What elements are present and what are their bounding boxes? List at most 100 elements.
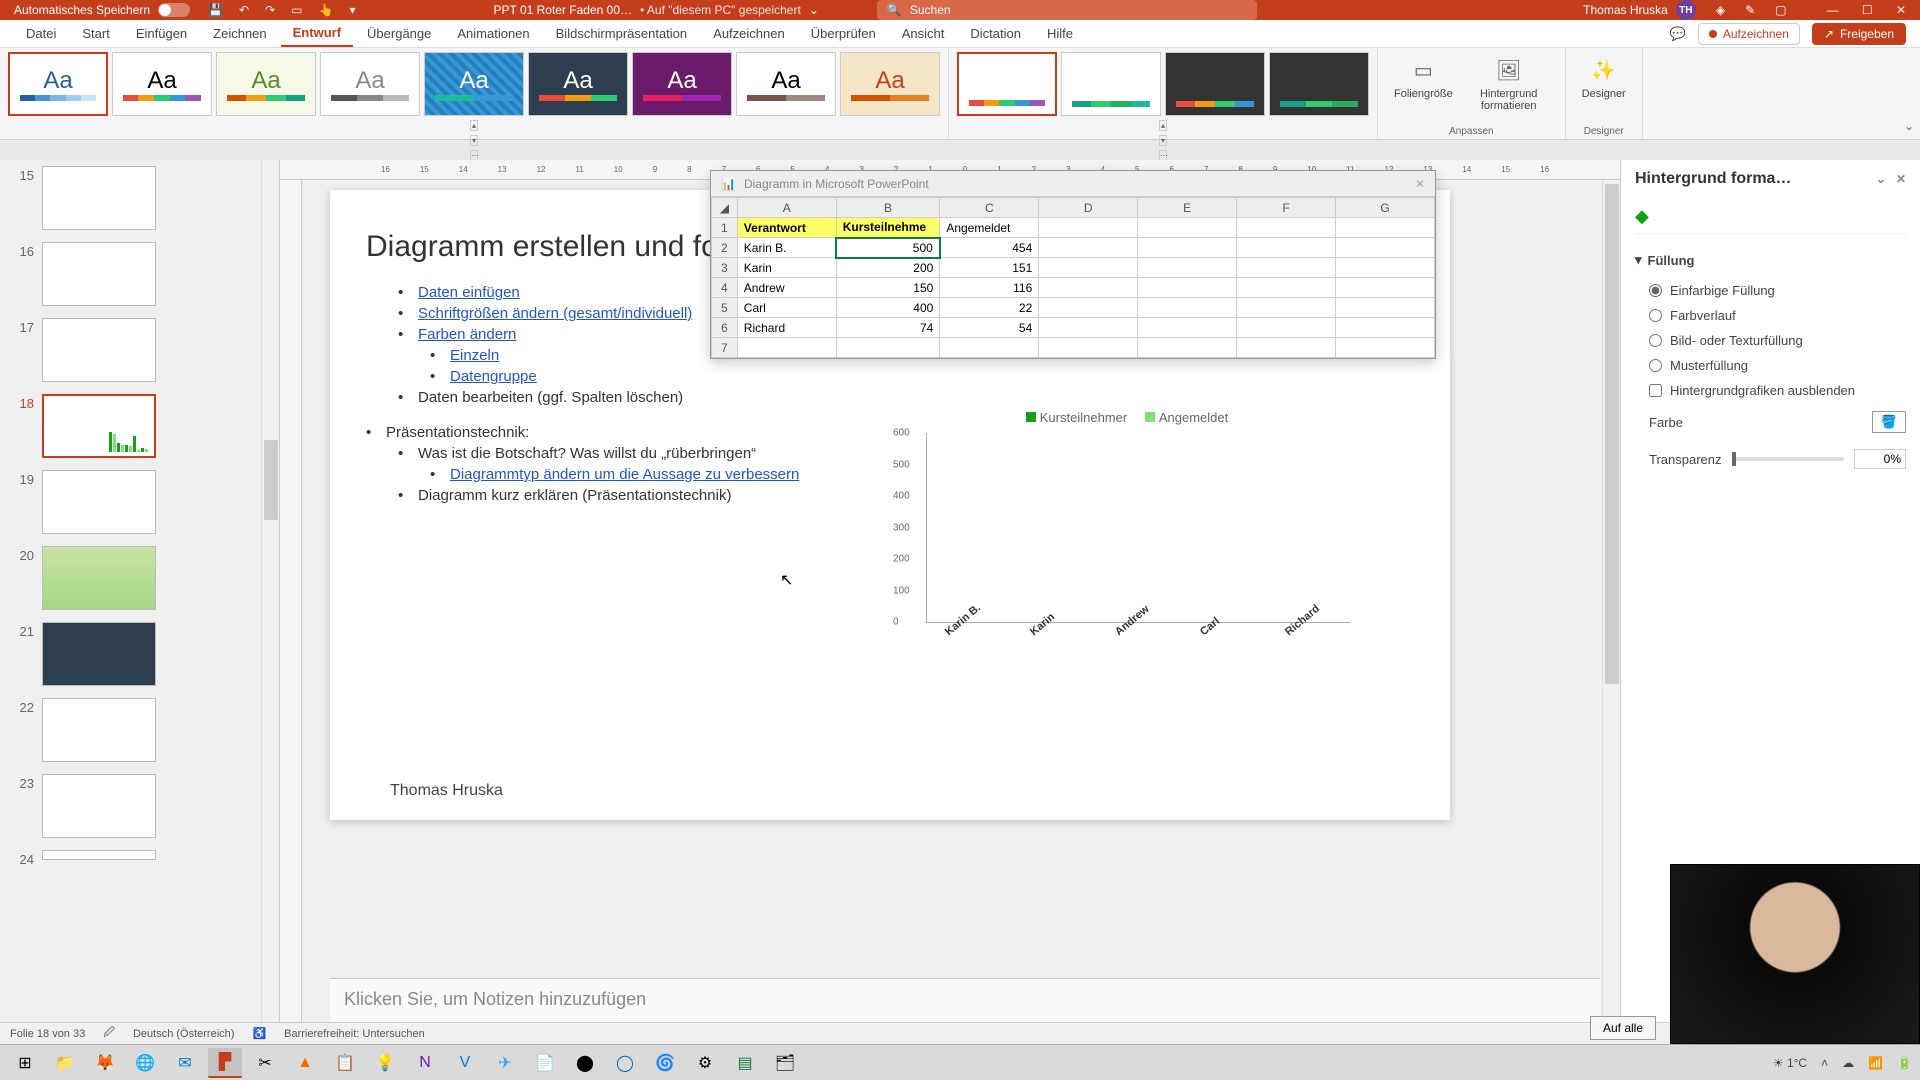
taskbar-explorer[interactable]: 📁 — [48, 1048, 82, 1078]
variants-gallery[interactable] — [957, 52, 1369, 116]
taskbar-telegram[interactable]: ✈ — [488, 1048, 522, 1078]
pen-icon[interactable]: ✎ — [1745, 3, 1755, 17]
variant-3[interactable] — [1165, 52, 1265, 116]
datasheet-grid[interactable]: ◢ A B C D E F G 1VerantwortKursteilnehme… — [711, 197, 1435, 358]
save-icon[interactable]: 💾 — [208, 3, 223, 17]
tab-hilfe[interactable]: Hilfe — [1035, 21, 1085, 46]
spinner-up-icon[interactable]: ▴ — [470, 120, 478, 131]
datasheet-titlebar[interactable]: 📊 Diagramm in Microsoft PowerPoint ✕ — [711, 171, 1435, 197]
tab-zeichnen[interactable]: Zeichnen — [201, 21, 278, 46]
accessibility-icon[interactable]: ♿ — [252, 1027, 266, 1040]
search-input[interactable]: 🔍 Suchen — [877, 0, 1257, 20]
tray-battery-icon[interactable]: 🔋 — [1897, 1056, 1912, 1070]
touch-mode-icon[interactable]: 👆 — [319, 3, 334, 17]
from-beginning-icon[interactable]: ▭ — [291, 3, 302, 17]
taskbar-app3[interactable]: V — [448, 1048, 482, 1078]
datasheet-close-icon[interactable]: ✕ — [1415, 177, 1425, 191]
cell-a5[interactable]: Carl — [737, 298, 836, 318]
designer-button[interactable]: ✨Designer — [1574, 52, 1634, 104]
cell-b6[interactable]: 74 — [836, 318, 940, 338]
autosave-toggle[interactable] — [158, 3, 190, 17]
themes-spinner[interactable]: ▴▾⋯ — [466, 116, 482, 165]
slide-counter[interactable]: Folie 18 von 33 — [10, 1028, 85, 1040]
cell-a1[interactable]: Verantwort — [737, 218, 836, 238]
minimize-icon[interactable]: — — [1826, 3, 1838, 17]
fill-solid-radio[interactable]: Einfarbige Füllung — [1635, 278, 1906, 303]
variant-1[interactable] — [957, 52, 1057, 116]
theme-7[interactable]: Aa — [632, 52, 732, 116]
cell-b1[interactable]: Kursteilnehme — [836, 218, 940, 238]
taskbar-chrome[interactable]: 🌐 — [128, 1048, 162, 1078]
thumb-18[interactable] — [42, 394, 156, 458]
apply-all-button[interactable]: Auf alle — [1590, 1016, 1656, 1040]
cell-b3[interactable]: 200 — [836, 258, 940, 278]
design-themes-gallery[interactable]: Aa Aa Aa Aa Aa Aa Aa Aa Aa — [8, 52, 940, 116]
thumb-15[interactable] — [42, 166, 156, 230]
cell-c1[interactable]: Angemeldet — [940, 218, 1039, 238]
cell-c6[interactable]: 54 — [940, 318, 1039, 338]
thumb-scrollbar[interactable] — [261, 160, 279, 1022]
tab-ueberpruefen[interactable]: Überprüfen — [799, 21, 888, 46]
col-g[interactable]: G — [1336, 198, 1435, 218]
start-button[interactable]: ⊞ — [8, 1048, 42, 1078]
tab-uebergaenge[interactable]: Übergänge — [355, 21, 443, 46]
color-picker-button[interactable]: 🪣 — [1872, 411, 1906, 433]
cell-c5[interactable]: 22 — [940, 298, 1039, 318]
tab-einfuegen[interactable]: Einfügen — [124, 21, 199, 46]
fill-tab-icon[interactable]: ◆ — [1635, 206, 1649, 226]
fill-picture-radio[interactable]: Bild- oder Texturfüllung — [1635, 328, 1906, 353]
autosave[interactable]: Automatisches Speichern — [14, 3, 190, 17]
taskbar-settings[interactable]: ⚙ — [688, 1048, 722, 1078]
record-button[interactable]: Aufzeichnen — [1698, 23, 1800, 45]
close-icon[interactable]: ✕ — [1896, 3, 1906, 17]
tab-animationen[interactable]: Animationen — [445, 21, 541, 46]
cell-b4[interactable]: 150 — [836, 278, 940, 298]
tray-onedrive-icon[interactable]: ☁ — [1842, 1056, 1854, 1070]
cell-a2[interactable]: Karin B. — [737, 238, 836, 258]
collapse-ribbon-icon[interactable]: ⌄ — [1898, 113, 1920, 139]
tab-start[interactable]: Start — [70, 21, 121, 46]
variants-spinner[interactable]: ▴▾⋯ — [1155, 116, 1171, 165]
spellcheck-icon[interactable]: 🖉 — [103, 1024, 115, 1043]
chart-object[interactable]: Kursteilnehmer Angemeldet 0 100 200 300 … — [890, 410, 1350, 670]
taskbar-outlook[interactable]: ✉ — [168, 1048, 202, 1078]
pane-close-icon[interactable]: ✕ — [1896, 172, 1906, 186]
col-e[interactable]: E — [1138, 198, 1237, 218]
accessibility-status[interactable]: Barrierefreiheit: Untersuchen — [284, 1028, 425, 1040]
thumb-16[interactable] — [42, 242, 156, 306]
taskbar-snip[interactable]: ✂ — [248, 1048, 282, 1078]
maximize-icon[interactable]: ☐ — [1862, 3, 1873, 17]
fill-pattern-radio[interactable]: Musterfüllung — [1635, 353, 1906, 378]
diamond-icon[interactable]: ◈ — [1716, 3, 1725, 17]
col-a[interactable]: A — [737, 198, 836, 218]
col-c[interactable]: C — [940, 198, 1039, 218]
comments-icon[interactable]: 💬 — [1670, 26, 1686, 42]
taskbar-app2[interactable]: 💡 — [368, 1048, 402, 1078]
thumb-23[interactable] — [42, 774, 156, 838]
thumb-20[interactable] — [42, 546, 156, 610]
taskbar-app4[interactable]: 📄 — [528, 1048, 562, 1078]
editor-scrollbar[interactable] — [1602, 180, 1620, 1022]
weather-widget[interactable]: ☀ 1°C — [1773, 1056, 1807, 1070]
cell-a4[interactable]: Andrew — [737, 278, 836, 298]
corner-cell[interactable]: ◢ — [712, 198, 738, 218]
thumb-24[interactable] — [42, 850, 156, 860]
taskbar-onenote[interactable]: N — [408, 1048, 442, 1078]
cell-b2[interactable]: 500 — [836, 238, 940, 258]
spinner-down-icon[interactable]: ▾ — [1159, 135, 1167, 146]
user-badge[interactable]: Thomas Hruska TH — [1583, 0, 1696, 20]
transparency-input[interactable] — [1854, 449, 1906, 469]
thumb-21[interactable] — [42, 622, 156, 686]
language-status[interactable]: Deutsch (Österreich) — [133, 1028, 234, 1040]
document-title[interactable]: PPT 01 Roter Faden 00… • Auf "diesem PC"… — [493, 3, 818, 17]
cell-c2[interactable]: 454 — [940, 238, 1039, 258]
tab-datei[interactable]: Datei — [14, 21, 68, 46]
taskbar-powerpoint[interactable]: ▛ — [208, 1048, 242, 1078]
theme-8[interactable]: Aa — [736, 52, 836, 116]
taskbar-obs[interactable]: ⬤ — [568, 1048, 602, 1078]
theme-2[interactable]: Aa — [112, 52, 212, 116]
taskbar-app6[interactable]: 🌀 — [648, 1048, 682, 1078]
tab-dictation[interactable]: Dictation — [958, 21, 1033, 46]
hide-bg-checkbox[interactable]: Hintergrundgrafiken ausblenden — [1635, 378, 1906, 403]
format-background-button[interactable]: 🖼Hintergrund formatieren — [1461, 52, 1557, 116]
